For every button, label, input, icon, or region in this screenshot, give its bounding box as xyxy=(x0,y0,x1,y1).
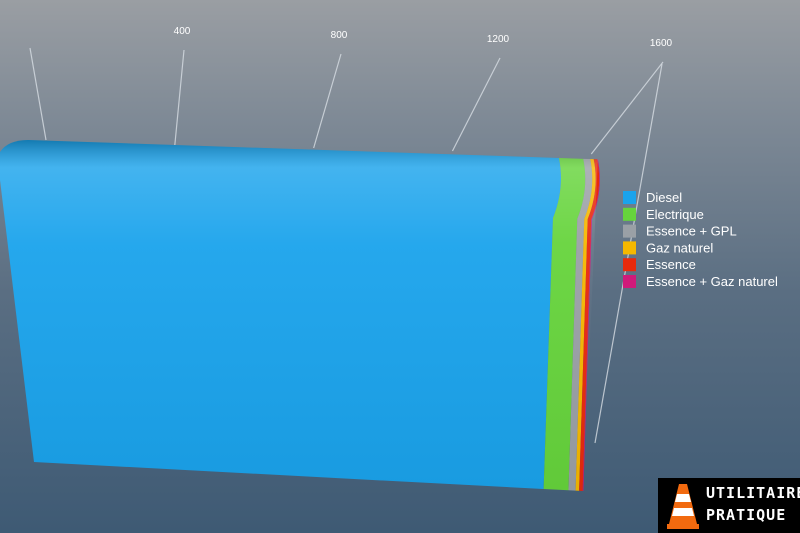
stacked-bar xyxy=(0,140,600,491)
gridline xyxy=(451,57,501,152)
legend-label: Gaz naturel xyxy=(646,240,713,255)
x-tick-label: 1200 xyxy=(487,34,510,45)
legend-swatch xyxy=(623,224,636,238)
x-tick-label: 400 xyxy=(174,26,191,37)
legend-label: Essence + Gaz naturel xyxy=(646,274,778,289)
legend: Diesel Electrique Essence + GPLGaz naturel… xyxy=(623,190,778,289)
x-tick-label: 1600 xyxy=(650,38,673,49)
bar-segment-diesel xyxy=(0,140,561,489)
legend-swatch xyxy=(623,207,636,221)
logo-line-2: PRATIQUE xyxy=(706,506,787,524)
logo-line-1: UTILITAIRE xyxy=(706,484,800,502)
chart: 400 800 1200 1600 Diesel Electrique Essence +… xyxy=(0,26,778,491)
legend-label: Essence + GPL xyxy=(646,224,737,239)
traffic-cone-icon xyxy=(667,484,699,529)
x-tick-label: 800 xyxy=(331,30,348,41)
gridline xyxy=(29,47,47,141)
gridline xyxy=(590,61,664,155)
legend-swatch xyxy=(623,275,636,288)
legend-label: Diesel xyxy=(646,190,682,205)
x-axis-tick-labels: 400 800 1200 1600 xyxy=(174,26,673,49)
gridline xyxy=(313,53,342,149)
legend-label: Essence xyxy=(646,257,696,272)
legend-swatch xyxy=(623,241,636,255)
legend-label: Electrique xyxy=(646,207,704,222)
legend-swatch xyxy=(623,191,636,204)
gridline xyxy=(174,49,185,146)
legend-swatch xyxy=(623,258,636,272)
brand-logo: UTILITAIRE PRATIQUE xyxy=(658,478,800,533)
